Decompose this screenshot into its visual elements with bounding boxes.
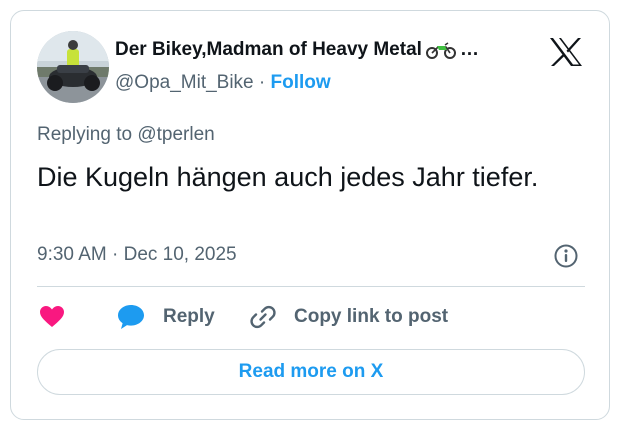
heart-icon — [40, 306, 64, 327]
x-logo-icon[interactable] — [549, 37, 583, 67]
motorcycle-icon — [425, 42, 456, 59]
copy-link-label: Copy link to post — [294, 306, 449, 327]
reply-target-handle[interactable]: @tperlen — [137, 124, 214, 145]
link-icon — [250, 305, 276, 329]
reply-button[interactable]: Reply — [117, 301, 215, 333]
read-more-button[interactable]: Read more on X — [37, 349, 585, 395]
info-icon[interactable] — [553, 243, 579, 269]
post-timestamp[interactable]: 9:30 AM · Dec 10, 2025 — [37, 244, 237, 266]
handle-row: @Opa_Mit_Bike · Follow — [115, 72, 331, 94]
divider — [37, 286, 585, 287]
replying-prefix: Replying to — [37, 124, 133, 145]
name-truncation: … — [459, 39, 479, 60]
author-name-row[interactable]: Der Bikey,Madman of Heavy Metal … — [115, 39, 479, 61]
author-handle[interactable]: @Opa_Mit_Bike — [115, 72, 254, 93]
reply-label: Reply — [163, 306, 215, 327]
replying-to: Replying to @tperlen — [37, 124, 215, 146]
speech-bubble-icon — [118, 305, 144, 329]
separator: · — [258, 72, 266, 93]
read-more-label: Read more on X — [238, 361, 384, 382]
avatar[interactable] — [37, 31, 109, 103]
copy-link-button[interactable]: Copy link to post — [249, 301, 448, 333]
avatar-photo — [37, 31, 109, 103]
action-bar: Reply Copy link to post — [37, 301, 585, 333]
embedded-post-card: Der Bikey,Madman of Heavy Metal … @Opa_M… — [10, 10, 610, 420]
follow-button[interactable]: Follow — [271, 72, 331, 93]
post-text: Die Kugeln hängen auch jedes Jahr tiefer… — [37, 162, 539, 192]
display-name[interactable]: Der Bikey,Madman of Heavy Metal — [115, 39, 422, 61]
like-button[interactable] — [39, 301, 65, 333]
